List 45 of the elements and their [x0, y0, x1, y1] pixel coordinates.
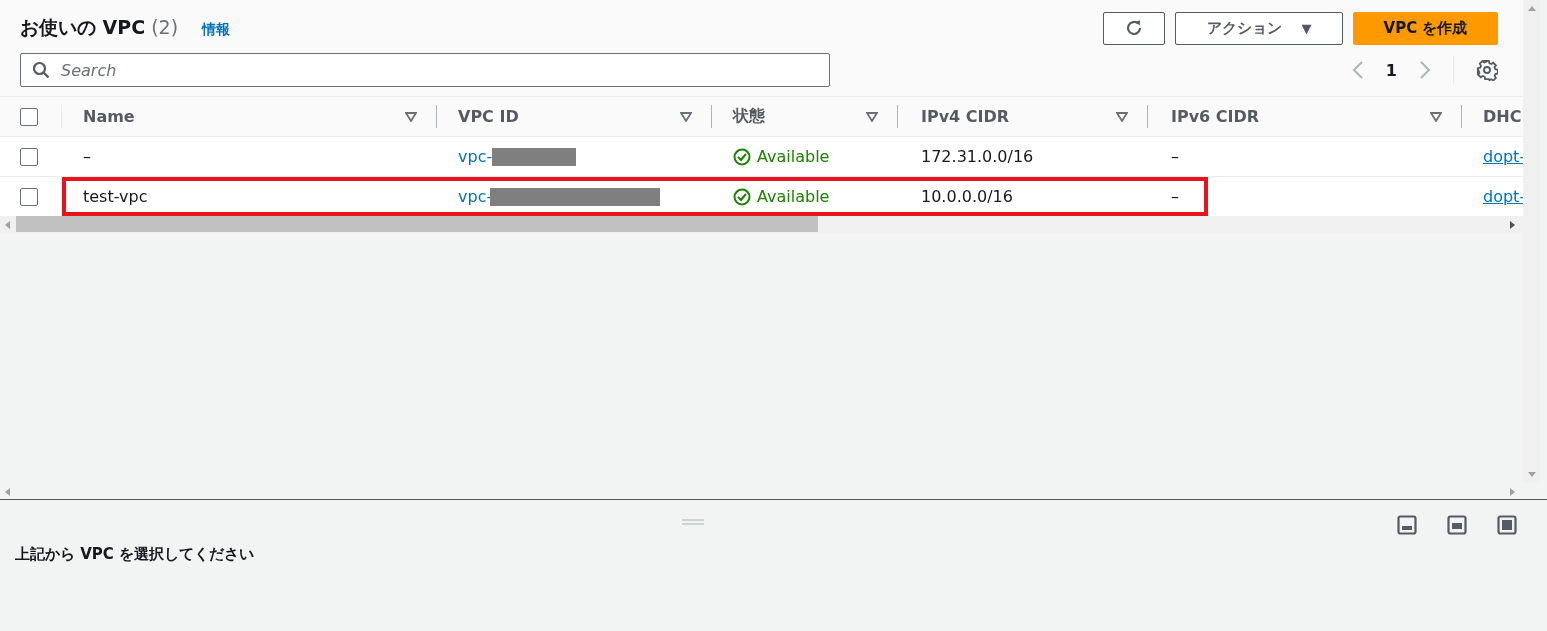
horizontal-scrollbar[interactable] [0, 216, 1523, 233]
search-field[interactable]: Search [20, 53, 830, 87]
sort-icon[interactable] [1430, 111, 1442, 122]
status-text: Available [757, 147, 830, 166]
panel-bottom-icon[interactable] [1397, 515, 1417, 535]
sort-icon[interactable] [405, 111, 417, 122]
table-cell: 172.31.0.0/16 [921, 147, 1034, 166]
column-header[interactable]: 状態 [733, 106, 765, 127]
panel-middle-icon[interactable] [1447, 515, 1467, 535]
refresh-button[interactable] [1103, 11, 1165, 45]
settings-icon[interactable] [1476, 59, 1498, 81]
refresh-icon [1124, 18, 1144, 38]
table-cell: test-vpc [83, 187, 148, 206]
actions-button[interactable]: アクション ▼ [1175, 11, 1343, 45]
column-header[interactable]: VPC ID [458, 107, 519, 126]
search-icon [32, 61, 50, 79]
sort-icon[interactable] [680, 111, 692, 122]
select-all-checkbox[interactable] [20, 107, 38, 126]
check-circle-icon [733, 187, 751, 206]
vpc-id-link[interactable]: vpc- [458, 147, 493, 166]
row-checkbox[interactable] [20, 147, 38, 166]
column-header[interactable]: Name [83, 107, 135, 126]
table-cell: – [1171, 187, 1179, 206]
sort-icon[interactable] [1116, 111, 1128, 122]
drag-handle-icon[interactable] [682, 519, 704, 525]
table-cell: 10.0.0.0/16 [921, 187, 1013, 206]
column-header[interactable]: IPv6 CIDR [1171, 107, 1260, 126]
panel-full-icon[interactable] [1497, 515, 1517, 535]
detail-panel-message: 上記から VPC を選択してください [15, 545, 255, 564]
vpc-count: (2) [151, 16, 179, 38]
row-checkbox[interactable] [20, 187, 38, 206]
table-cell: – [1171, 147, 1179, 166]
table-cell: – [83, 147, 91, 166]
column-header[interactable]: DHC [1483, 107, 1522, 126]
column-header[interactable]: IPv4 CIDR [921, 107, 1010, 126]
check-circle-icon [733, 147, 751, 166]
vpc-id-link[interactable]: vpc- [458, 187, 493, 206]
create-vpc-button[interactable]: VPC を作成 [1353, 11, 1498, 45]
info-link[interactable]: 情報 [202, 21, 231, 39]
status-text: Available [757, 187, 830, 206]
page-number[interactable]: 1 [1385, 60, 1397, 80]
sort-icon[interactable] [866, 111, 878, 122]
scroll-right-icon[interactable] [1510, 220, 1515, 229]
page-title: お使いの VPC [20, 15, 146, 40]
caret-icon: ▼ [1301, 20, 1312, 36]
